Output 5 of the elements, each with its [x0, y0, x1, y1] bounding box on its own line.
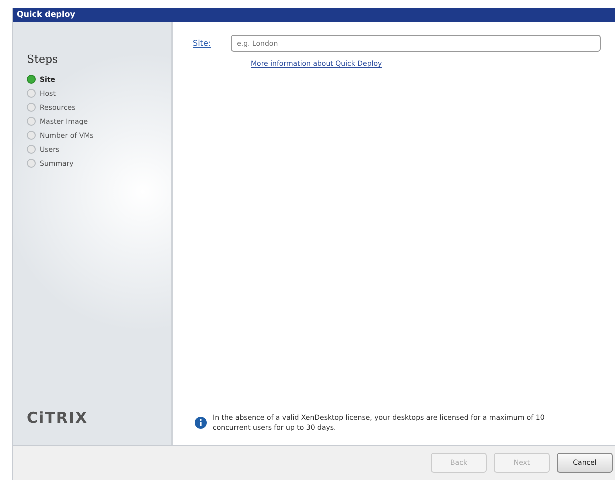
info-icon — [195, 417, 207, 429]
sidebar-heading: Steps — [27, 53, 58, 66]
logo: CiTRIX — [27, 409, 88, 427]
window-title: Quick deploy — [13, 8, 615, 22]
field-label: Site: — [193, 39, 212, 48]
